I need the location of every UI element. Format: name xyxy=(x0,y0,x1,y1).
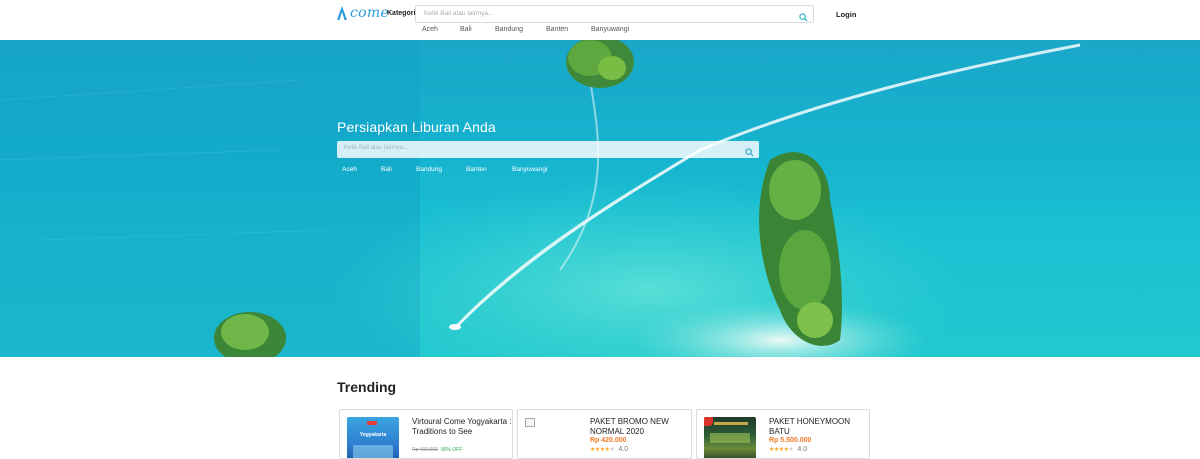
flag-icon xyxy=(367,421,377,425)
trending-card-rating: ★★★★★ 4.0 xyxy=(590,446,628,453)
trending-card[interactable]: Yogyakarta Virtoural Come Yogyakarta : T… xyxy=(339,409,513,459)
rating-value: 4.0 xyxy=(618,446,629,453)
thumb-landscape xyxy=(710,433,750,443)
header-search-placeholder: Ketik Bali atau lainnya... xyxy=(424,10,494,17)
discount-badge: 90% OFF xyxy=(440,447,463,453)
hero-link-banten[interactable]: Banten xyxy=(466,166,512,173)
header-search-input[interactable]: Ketik Bali atau lainnya... xyxy=(415,5,814,23)
hero-title: Persiapkan Liburan Anda xyxy=(337,119,496,135)
hero-banner: Persiapkan Liburan Anda Ketik Bali atau … xyxy=(0,40,1200,357)
tent-logo-icon xyxy=(337,6,347,20)
trending-card-title: PAKET HONEYMOON BATU xyxy=(769,417,851,436)
header-link-bali[interactable]: Bali xyxy=(460,26,495,33)
hero-link-banyuwangi[interactable]: Banyuwangi xyxy=(512,166,562,173)
trending-card-rating: ★★★★★ 4.0 xyxy=(769,446,807,453)
header-link-banyuwangi[interactable]: Banyuwangi xyxy=(591,26,641,33)
badge-icon xyxy=(704,417,713,426)
trending-heading: Trending xyxy=(337,379,397,395)
login-button[interactable]: Login xyxy=(836,10,856,19)
hero-link-aceh[interactable]: Aceh xyxy=(342,166,381,173)
star-rating-icon: ★★★★★ xyxy=(769,447,794,453)
header-quick-links: Aceh Bali Bandung Banten Banyuwangi xyxy=(422,26,641,33)
hero-search-input[interactable]: Ketik Bali atau lainnya... xyxy=(337,141,759,158)
header-link-aceh[interactable]: Aceh xyxy=(422,26,460,33)
star-rating-icon: ★★★★★ xyxy=(590,447,615,453)
trending-card[interactable]: PAKET BROMO NEW NORMAL 2020 Rp 420.000 ★… xyxy=(517,409,692,459)
thumb-photo xyxy=(353,445,393,458)
search-icon[interactable] xyxy=(799,9,808,27)
hero-quick-links: Aceh Bali Bandung Banten Banyuwangi xyxy=(342,166,562,173)
trending-card-image: Yogyakarta xyxy=(347,417,399,458)
trending-card-title: PAKET BROMO NEW NORMAL 2020 xyxy=(590,417,669,436)
hero-search-placeholder: Ketik Bali atau lainnya... xyxy=(344,145,409,151)
search-icon[interactable] xyxy=(745,144,754,162)
trending-card[interactable]: PAKET HONEYMOON BATU Rp 5.500.000 ★★★★★ … xyxy=(696,409,870,459)
thumb-caption: Yogyakarta xyxy=(359,432,387,438)
hero-link-bandung[interactable]: Bandung xyxy=(416,166,466,173)
header-link-bandung[interactable]: Bandung xyxy=(495,26,546,33)
top-navbar: come Kategori Ketik Bali atau lainnya...… xyxy=(0,0,1200,40)
trending-card-title: Virtoural Come Yogyakarta : Traditions t… xyxy=(412,417,512,436)
strikethrough-price: Rp 400.000 xyxy=(412,447,438,453)
trending-card-image xyxy=(704,417,756,458)
header-link-banten[interactable]: Banten xyxy=(546,26,591,33)
trending-card-price: Rp 420.000 xyxy=(590,437,627,444)
broken-image-icon xyxy=(525,418,535,427)
logo-text: come xyxy=(350,5,390,21)
thumb-banner xyxy=(714,422,748,425)
hero-link-bali[interactable]: Bali xyxy=(381,166,416,173)
brand-logo[interactable]: come xyxy=(337,5,389,21)
hero-aerial-image xyxy=(0,40,1081,357)
rating-value: 4.0 xyxy=(797,446,808,453)
trending-card-old-price: Rp 400.000 90% OFF xyxy=(412,447,462,453)
category-menu[interactable]: Kategori xyxy=(387,10,415,17)
trending-card-price: Rp 5.500.000 xyxy=(769,437,812,444)
